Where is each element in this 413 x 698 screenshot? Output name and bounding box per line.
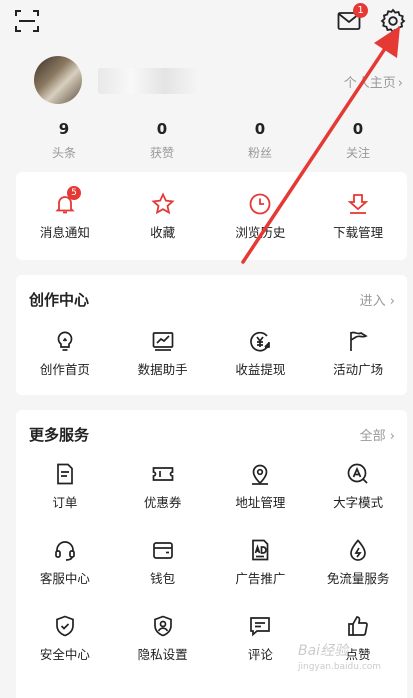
clock-icon [249,193,271,215]
stat-number: 9 [58,120,70,138]
creator-income[interactable]: 收益提现 [212,329,310,378]
stat-label: 获赞 [149,146,174,160]
creator-label: 收益提现 [235,362,286,377]
wallet-icon [152,542,173,559]
service-privacy[interactable]: 隐私设置 [114,614,212,690]
services-more-label: 全部 [359,429,386,444]
watermark: Bai经验 jingyan.baidu.com [298,640,408,690]
quick-downloads[interactable]: 下载管理 [309,192,407,241]
homepage-link[interactable]: 个人主页 › [344,72,403,91]
stat-fans[interactable]: 0 粉丝 [211,120,309,160]
star-icon [151,192,175,215]
creator-center-card: 创作中心 进入 › 创作首页 数据助手 收益提现 活动广场 [16,275,407,395]
mail-badge: 1 [353,3,368,18]
avatar[interactable] [34,56,82,104]
creator-header: 创作中心 进入 › [16,275,407,321]
comment-icon [250,617,271,637]
watermark-text: Bai经验 [298,643,349,659]
quick-label: 收藏 [150,225,176,240]
gear-icon[interactable] [380,8,406,34]
service-wallet[interactable]: 钱包 [114,538,212,614]
service-label: 免流量服务 [326,571,390,586]
droplet-icon [350,539,366,561]
yuan-coin-icon [250,331,271,352]
privacy-user-icon [153,615,172,637]
stat-following[interactable]: 0 关注 [309,120,407,160]
stat-number: 0 [254,120,266,138]
top-bar: 1 [0,0,413,44]
creator-label: 数据助手 [137,362,188,377]
quick-label: 浏览历史 [235,225,286,240]
service-customer-support[interactable]: 客服中心 [16,538,114,614]
notification-badge: 5 [67,186,81,200]
service-label: 优惠券 [143,495,182,510]
service-large-text[interactable]: 大字模式 [309,462,407,538]
stat-number: 0 [156,120,168,138]
creator-label: 活动广场 [333,362,384,377]
large-font-icon [347,463,368,484]
headset-icon [55,541,75,561]
service-address[interactable]: 地址管理 [212,462,310,538]
stat-label: 关注 [345,146,370,160]
service-comments[interactable]: 评论 [212,614,310,690]
service-orders[interactable]: 订单 [16,462,114,538]
stat-number: 0 [352,120,364,138]
chevron-right-icon: › [389,429,395,444]
document-icon [57,463,73,485]
services-header: 更多服务 全部 › [16,410,407,456]
scan-icon[interactable] [14,8,40,34]
service-ads[interactable]: 广告推广 [212,538,310,614]
thumbs-up-icon [348,616,368,636]
service-label: 评论 [247,647,273,662]
creator-title: 创作中心 [29,291,90,309]
quick-notifications[interactable]: 5 消息通知 [16,186,114,241]
profile-section: 个人主页 › 9 头条 0 获赞 0 粉丝 0 关注 [0,44,413,164]
ticket-icon [152,467,173,481]
creator-home[interactable]: 创作首页 [16,329,114,378]
service-label: 地址管理 [235,495,286,510]
stats-row: 9 头条 0 获赞 0 粉丝 0 关注 [0,120,413,160]
stat-label: 头条 [51,146,76,160]
quick-label: 消息通知 [39,225,90,240]
service-label: 客服中心 [39,571,90,586]
service-label: 广告推广 [235,571,286,586]
ad-icon [252,539,269,561]
watermark-subtext: jingyan.baidu.com [298,662,382,672]
service-security[interactable]: 安全中心 [16,614,114,690]
quick-favorites[interactable]: 收藏 [114,192,212,241]
flag-icon [350,331,368,351]
creator-data[interactable]: 数据助手 [114,329,212,378]
quick-history[interactable]: 浏览历史 [212,192,310,241]
creator-label: 创作首页 [39,362,90,377]
quick-label: 下载管理 [333,225,384,240]
creator-events[interactable]: 活动广场 [309,329,407,378]
chart-icon [152,332,173,351]
shield-icon [56,615,74,637]
service-label: 安全中心 [39,647,90,662]
creator-enter-link[interactable]: 进入 › [360,290,395,309]
services-title: 更多服务 [29,426,90,444]
homepage-label: 个人主页 [343,76,396,91]
chevron-right-icon: › [397,76,403,91]
service-free-data[interactable]: 免流量服务 [309,538,407,614]
service-label: 订单 [52,495,78,510]
service-label: 隐私设置 [137,647,188,662]
creator-more-label: 进入 [359,294,386,309]
service-coupons[interactable]: 优惠券 [114,462,212,538]
stat-headlines[interactable]: 9 头条 [15,120,113,160]
service-label: 钱包 [150,571,176,586]
service-label: 大字模式 [333,495,384,510]
download-icon [347,194,369,214]
username-blurred [98,68,198,94]
lightbulb-icon [57,331,73,351]
services-all-link[interactable]: 全部 › [360,425,395,444]
chevron-right-icon: › [389,294,395,309]
quick-actions-card: 5 消息通知 收藏 浏览历史 下载管理 [16,172,407,260]
stat-label: 粉丝 [247,146,272,160]
location-pin-icon [252,464,269,485]
stat-likes[interactable]: 0 获赞 [113,120,211,160]
